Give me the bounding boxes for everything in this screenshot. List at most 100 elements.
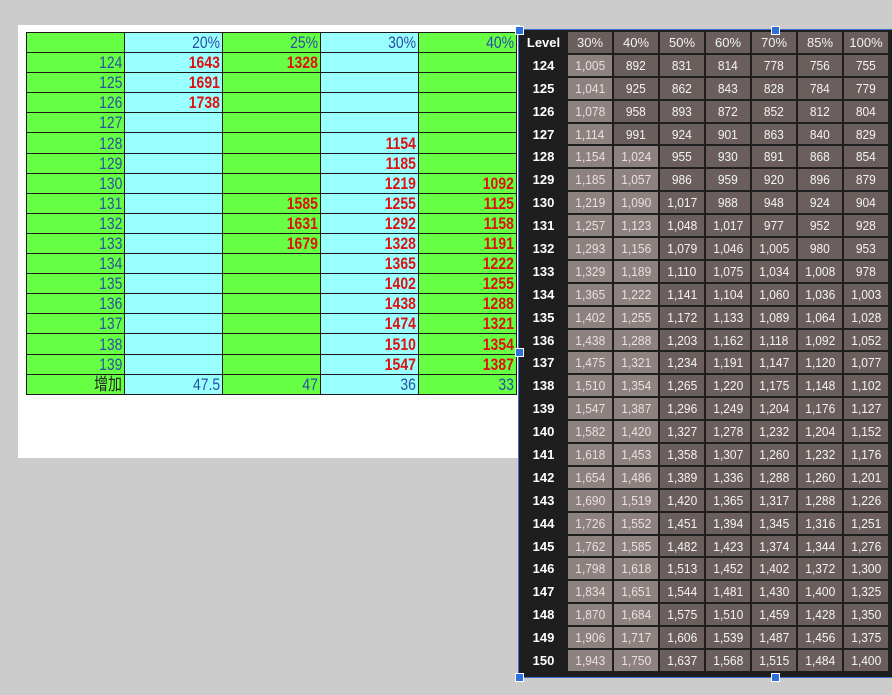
resize-handle-top-left[interactable]: [515, 26, 524, 35]
sheet-cell[interactable]: 1365: [320, 253, 419, 275]
sheet-level-cell[interactable]: 138: [26, 333, 125, 355]
sheet-cell[interactable]: [418, 132, 517, 154]
sheet-cell[interactable]: [418, 152, 517, 174]
sheet-level-cell[interactable]: 127: [26, 112, 125, 134]
sheet-header-cell[interactable]: 25%: [222, 31, 321, 54]
sheet-cell[interactable]: 1474: [320, 313, 419, 335]
sheet-cell[interactable]: [124, 353, 223, 375]
resize-handle-bottom-left[interactable]: [515, 673, 524, 682]
sheet-cell[interactable]: [124, 212, 223, 234]
sheet-header-cell[interactable]: [26, 31, 125, 54]
sheet-cell[interactable]: 1691: [124, 72, 223, 94]
sheet-cell[interactable]: [222, 132, 321, 154]
sheet-cell[interactable]: 1255: [320, 192, 419, 214]
sheet-level-cell[interactable]: 139: [26, 353, 125, 375]
sheet-level-cell[interactable]: 126: [26, 92, 125, 114]
sheet-cell[interactable]: [222, 313, 321, 335]
level-number: 136: [521, 329, 566, 351]
sheet-level-cell[interactable]: 130: [26, 172, 125, 194]
sheet-level-cell[interactable]: 133: [26, 232, 125, 255]
sheet-level-cell[interactable]: 128: [26, 132, 125, 154]
sheet-cell[interactable]: [124, 232, 223, 255]
sheet-level-cell[interactable]: 124: [26, 52, 125, 74]
sheet-cell[interactable]: 1191: [418, 232, 517, 255]
sheet-cell[interactable]: 1738: [124, 92, 223, 114]
sheet-level-cell[interactable]: 131: [26, 192, 125, 214]
sheet-increase-label[interactable]: 增加: [26, 373, 125, 395]
resize-handle-top-middle[interactable]: [771, 26, 780, 35]
sheet-cell[interactable]: [222, 92, 321, 114]
sheet-level-cell[interactable]: 137: [26, 313, 125, 335]
level-value: 1,075: [713, 263, 743, 279]
sheet-cell[interactable]: [124, 313, 223, 335]
sheet-cell[interactable]: 1328: [222, 52, 321, 74]
sheet-increase-cell[interactable]: 47.5: [124, 373, 223, 395]
sheet-cell[interactable]: [320, 52, 419, 74]
sheet-cell[interactable]: 1328: [320, 232, 419, 255]
sheet-cell[interactable]: 1510: [320, 333, 419, 355]
sheet-cell[interactable]: [418, 112, 517, 134]
sheet-increase-cell[interactable]: 47: [222, 373, 321, 395]
sheet-cell[interactable]: [222, 112, 321, 134]
sheet-level-cell[interactable]: 136: [26, 293, 125, 315]
sheet-increase-cell[interactable]: 36: [320, 373, 419, 395]
sheet-cell[interactable]: 1354: [418, 333, 517, 355]
sheet-header-cell[interactable]: 20%: [124, 31, 223, 54]
sheet-cell[interactable]: 1402: [320, 273, 419, 295]
sheet-cell[interactable]: 1547: [320, 353, 419, 375]
sheet-cell[interactable]: [222, 293, 321, 315]
sheet-cell[interactable]: [124, 293, 223, 315]
level-value-cell: 1,519: [614, 489, 658, 511]
sheet-cell[interactable]: [222, 172, 321, 194]
sheet-cell[interactable]: [124, 192, 223, 214]
sheet-cell[interactable]: [124, 273, 223, 295]
sheet-cell[interactable]: [124, 152, 223, 174]
sheet-cell[interactable]: [418, 92, 517, 114]
sheet-cell[interactable]: [124, 112, 223, 134]
sheet-cell[interactable]: [418, 52, 517, 74]
sheet-cell[interactable]: 1387: [418, 353, 517, 375]
sheet-cell[interactable]: 1631: [222, 212, 321, 234]
sheet-cell[interactable]: 1154: [320, 132, 419, 154]
sheet-cell[interactable]: [222, 72, 321, 94]
sheet-cell[interactable]: 1255: [418, 273, 517, 295]
sheet-cell[interactable]: 1321: [418, 313, 517, 335]
sheet-cell[interactable]: [222, 273, 321, 295]
sheet-cell[interactable]: 1185: [320, 152, 419, 174]
sheet-cell[interactable]: 1158: [418, 212, 517, 234]
sheet-cell[interactable]: 1438: [320, 293, 419, 315]
sheet-cell[interactable]: [124, 132, 223, 154]
sheet-cell[interactable]: 1292: [320, 212, 419, 234]
sheet-cell[interactable]: [124, 253, 223, 275]
sheet-cell[interactable]: [222, 253, 321, 275]
sheet-cell[interactable]: [124, 333, 223, 355]
sheet-cell[interactable]: [222, 333, 321, 355]
sheet-cell[interactable]: [418, 72, 517, 94]
sheet-header-cell[interactable]: 40%: [418, 31, 517, 54]
sheet-cell[interactable]: 1679: [222, 232, 321, 255]
sheet-cell[interactable]: 1219: [320, 172, 419, 194]
resize-handle-bottom-middle[interactable]: [771, 673, 780, 682]
sheet-increase-cell[interactable]: 33: [418, 373, 517, 395]
sheet-level-cell[interactable]: 134: [26, 253, 125, 275]
sheet-cell[interactable]: [320, 92, 419, 114]
sheet-cell[interactable]: 1585: [222, 192, 321, 214]
level-table-image[interactable]: Level 30% 40% 50% 60% 70% 85% 100% 124 1,005 892 83…: [518, 29, 892, 678]
sheet-cell[interactable]: [222, 152, 321, 174]
sheet-cell[interactable]: 1643: [124, 52, 223, 74]
sheet-level-cell[interactable]: 132: [26, 212, 125, 234]
sheet-cell[interactable]: 1092: [418, 172, 517, 194]
sheet-cell[interactable]: 1125: [418, 192, 517, 214]
level-value: 1,387: [621, 401, 651, 417]
sheet-cell[interactable]: [320, 112, 419, 134]
sheet-level-cell[interactable]: 125: [26, 72, 125, 94]
sheet-level-cell[interactable]: 129: [26, 152, 125, 174]
sheet-cell[interactable]: [320, 72, 419, 94]
sheet-level-cell[interactable]: 135: [26, 273, 125, 295]
sheet-cell[interactable]: 1222: [418, 253, 517, 275]
sheet-cell[interactable]: [222, 353, 321, 375]
sheet-header-cell[interactable]: 30%: [320, 31, 419, 54]
sheet-cell[interactable]: [124, 172, 223, 194]
sheet-cell[interactable]: 1288: [418, 293, 517, 315]
resize-handle-middle-left[interactable]: [515, 348, 524, 357]
